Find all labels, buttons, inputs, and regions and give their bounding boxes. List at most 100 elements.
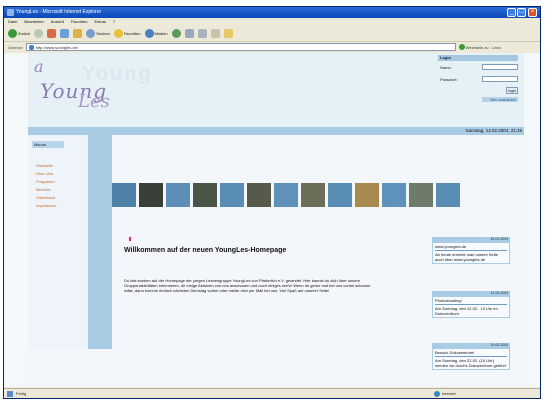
current-date: Samstag, 14.02.2004, 21:15	[465, 128, 522, 133]
search-label: Suchen	[96, 31, 110, 36]
photo-tile[interactable]	[139, 183, 163, 207]
news-body: www.youngles.de Ab heute erreicht man un…	[432, 242, 510, 264]
photo-strip	[112, 183, 482, 207]
news-divider	[435, 356, 507, 357]
intro-text: Du bist soeben auf der Homepage der jung…	[124, 278, 371, 293]
favorites-button[interactable]: Favoriten	[113, 28, 141, 40]
news-title[interactable]: www.youngles.de	[435, 244, 507, 249]
photo-tile[interactable]	[247, 183, 271, 207]
page-status-icon	[7, 391, 13, 397]
go-label: Wechseln zu	[465, 44, 489, 50]
news-item: 10.02.2004 Besuch Dokuzentrum! Am Sonnta…	[432, 343, 510, 370]
address-url: http://www.youngles.de/	[35, 44, 78, 50]
news-title[interactable]: Photoshooting!	[435, 298, 507, 303]
edit-button[interactable]	[210, 28, 220, 40]
refresh-icon	[60, 29, 70, 38]
logo-sub: Les	[78, 91, 110, 112]
maximize-button[interactable]: □	[517, 8, 526, 17]
refresh-button[interactable]	[60, 28, 70, 40]
forward-button[interactable]	[34, 28, 44, 40]
media-icon	[144, 29, 154, 38]
news-text: Am Sonntag, den 22.02. (15 Uhr) werden w…	[435, 358, 506, 368]
menu-title: Menue	[32, 141, 64, 148]
status-text: Fertig	[16, 391, 27, 396]
zone-label: Internet	[442, 391, 456, 396]
window-title: YoungLes - Microsoft Internet Explorer	[16, 9, 102, 15]
password-input[interactable]	[482, 76, 518, 82]
photo-tile[interactable]	[355, 183, 379, 207]
sidebar-item-berichte[interactable]: Berichte	[36, 187, 51, 192]
photo-tile	[328, 183, 352, 207]
address-input[interactable]: http://www.youngles.de/	[25, 43, 456, 51]
sidebar-item-startseite[interactable]: Startseite	[36, 163, 53, 168]
menu-extras[interactable]: Extras	[95, 18, 106, 26]
menu-favoriten[interactable]: Favoriten	[71, 18, 88, 26]
close-button[interactable]: ×	[528, 8, 537, 17]
print-icon	[197, 29, 207, 38]
sidebar-item-programm[interactable]: Programm	[36, 179, 55, 184]
folder-icon	[223, 29, 233, 38]
search-button[interactable]: Suchen	[86, 28, 110, 40]
photo-tile	[220, 183, 244, 207]
folder-button[interactable]	[223, 28, 233, 40]
register-link[interactable]: Neu anmelden	[482, 97, 518, 102]
back-arrow-icon	[8, 29, 17, 38]
news-divider	[435, 304, 507, 305]
forward-arrow-icon	[34, 29, 44, 38]
photo-tile[interactable]	[193, 183, 217, 207]
history-button[interactable]	[171, 28, 181, 40]
photo-tile	[166, 183, 190, 207]
news-body: Photoshooting! Am Sonntag, den 22.02., 1…	[432, 296, 510, 318]
name-label: Name:	[440, 65, 452, 70]
menu-bearbeiten[interactable]: Bearbeiten	[24, 18, 43, 26]
ie-icon	[7, 9, 14, 16]
title-bar: YoungLes - Microsoft Internet Explorer _…	[4, 7, 540, 18]
photo-tile[interactable]	[409, 183, 433, 207]
sidebar-item-ueber-uns[interactable]: Über Uns	[36, 171, 53, 176]
security-zone: Internet	[434, 389, 456, 398]
edit-icon	[210, 29, 220, 38]
stop-icon	[47, 29, 57, 38]
search-icon	[86, 29, 96, 38]
news-body: Besuch Dokuzentrum! Am Sonntag, den 22.0…	[432, 348, 510, 370]
address-bar: Adresse http://www.youngles.de/ Wechseln…	[4, 42, 540, 52]
menu-help[interactable]: ?	[113, 18, 115, 26]
name-input[interactable]	[482, 64, 518, 70]
logo-letter: a	[34, 57, 44, 76]
login-button[interactable]: login	[506, 87, 518, 94]
photo-tile	[274, 183, 298, 207]
site-logo[interactable]: Young a Young Les	[30, 57, 151, 121]
photo-tile[interactable]	[301, 183, 325, 207]
print-button[interactable]	[197, 28, 207, 40]
news-text: Ab heute erreicht man unsere Seite auch …	[435, 252, 498, 262]
date-bar: Samstag, 14.02.2004, 21:15	[28, 127, 524, 135]
media-button[interactable]: Medien	[144, 28, 168, 40]
home-button[interactable]	[73, 28, 83, 40]
history-icon	[171, 29, 181, 38]
go-arrow-icon	[458, 44, 465, 50]
toolbar: Zurück Suchen Favoriten Medien	[4, 26, 540, 42]
stop-button[interactable]	[47, 28, 57, 40]
news-text: Am Sonntag, den 22.02., 13 Uhr im Dokuze…	[435, 306, 498, 316]
back-button[interactable]: Zurück	[8, 28, 30, 40]
star-icon	[113, 29, 123, 38]
menu-bar: Datei Bearbeiten Ansicht Favoriten Extra…	[4, 18, 540, 26]
photo-tile	[382, 183, 406, 207]
photo-tile	[112, 183, 136, 207]
sidebar-item-impressum[interactable]: Impressum	[36, 203, 56, 208]
news-title[interactable]: Besuch Dokuzentrum!	[435, 350, 507, 355]
login-title: Login	[438, 55, 518, 61]
mail-icon	[184, 29, 194, 38]
menu-ansicht[interactable]: Ansicht	[51, 18, 64, 26]
links-label[interactable]: Links	[492, 45, 501, 50]
minimize-button[interactable]: _	[507, 8, 516, 17]
bullet-mark	[129, 237, 131, 241]
home-icon	[73, 29, 83, 38]
back-label: Zurück	[18, 31, 31, 36]
go-button[interactable]: Wechseln zu	[458, 44, 489, 50]
login-box: Login Name: Passwort: login Neu anmelden	[438, 55, 518, 115]
sidebar-item-gaestebuch[interactable]: Gästebuch	[36, 195, 55, 200]
password-label: Passwort:	[440, 77, 458, 82]
menu-datei[interactable]: Datei	[8, 18, 17, 26]
mail-button[interactable]	[184, 28, 194, 40]
